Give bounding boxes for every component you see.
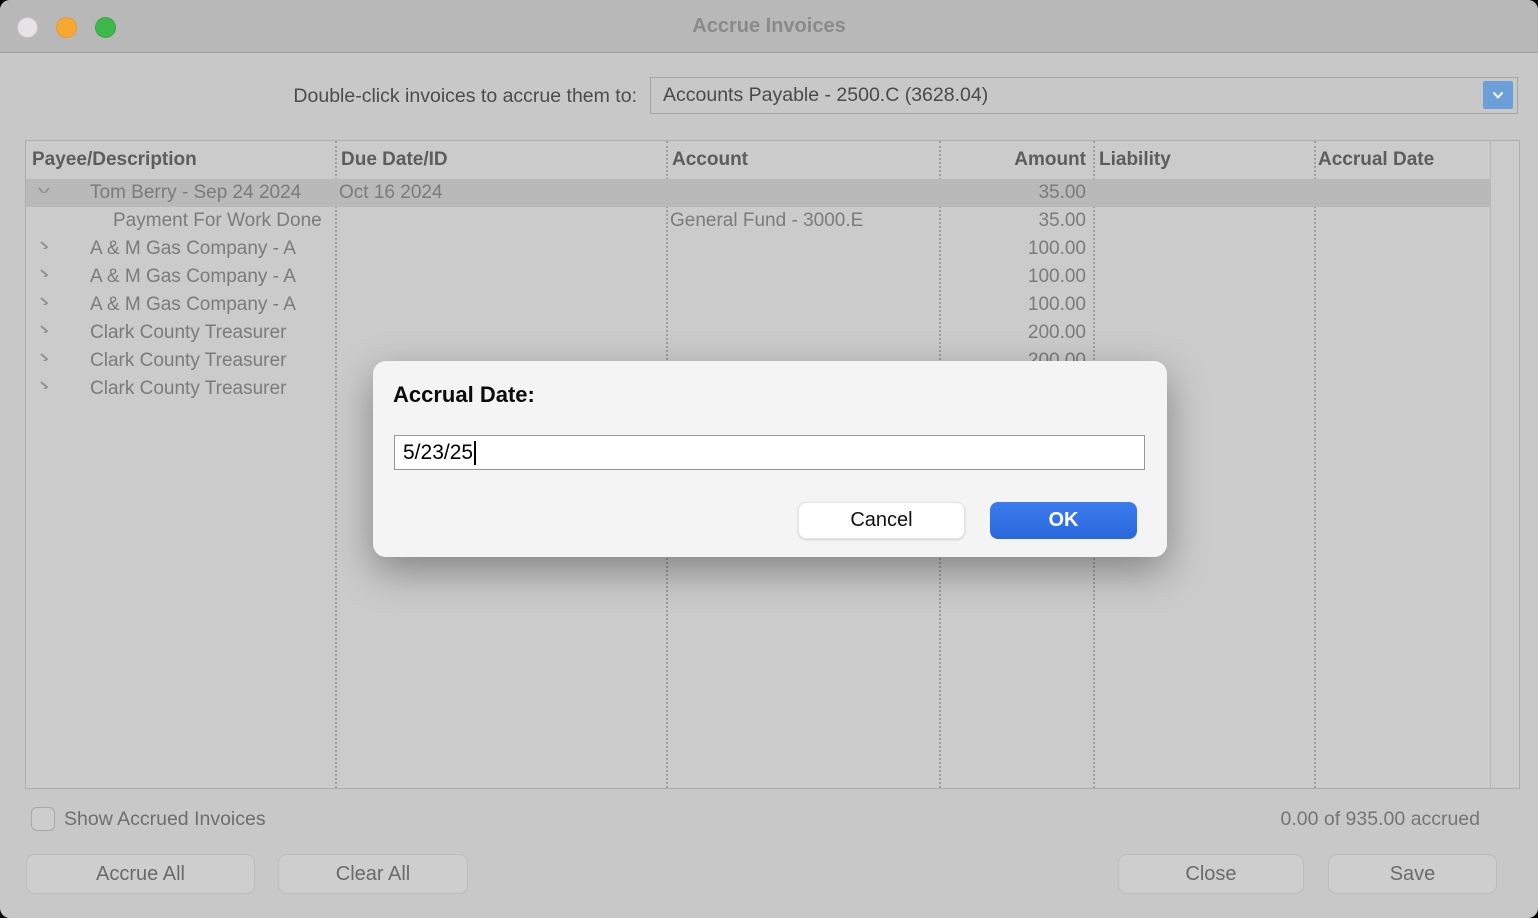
- cancel-button[interactable]: Cancel: [798, 502, 965, 539]
- payee-description-cell: A & M Gas Company - A: [90, 291, 335, 319]
- chevron-right-icon[interactable]: [37, 235, 51, 249]
- ok-button[interactable]: OK: [990, 502, 1137, 539]
- accrual-date-value: 5/23/25: [403, 441, 473, 464]
- table-row[interactable]: A & M Gas Company - A 100.00: [26, 291, 1519, 319]
- titlebar: Accrue Invoices: [0, 0, 1538, 53]
- payee-description-cell: Tom Berry - Sep 24 2024: [90, 179, 335, 207]
- amount-cell: 35.00: [946, 207, 1086, 235]
- amount-cell: 100.00: [946, 235, 1086, 263]
- payee-description-cell: Clark County Treasurer: [90, 319, 335, 347]
- accrued-status: 0.00 of 935.00 accrued: [1281, 807, 1481, 831]
- table-row[interactable]: A & M Gas Company - A 100.00: [26, 235, 1519, 263]
- save-button[interactable]: Save: [1328, 854, 1497, 894]
- accrual-date-input[interactable]: 5/23/25: [394, 435, 1145, 470]
- account-cell: General Fund - 3000.E: [670, 207, 932, 235]
- clear-all-button[interactable]: Clear All: [278, 854, 468, 894]
- column-header-amount[interactable]: Amount: [946, 141, 1086, 179]
- chevron-right-icon[interactable]: [37, 263, 51, 277]
- payee-description-cell: Payment For Work Done: [113, 207, 335, 235]
- show-accrued-label: Show Accrued Invoices: [64, 807, 266, 831]
- chevron-right-icon[interactable]: [37, 347, 51, 361]
- amount-cell: 35.00: [946, 179, 1086, 207]
- payee-description-cell: Clark County Treasurer: [90, 347, 335, 375]
- amount-cell: 200.00: [946, 319, 1086, 347]
- chevron-down-icon[interactable]: [37, 179, 51, 193]
- accrue-invoices-window: Accrue Invoices Double-click invoices to…: [0, 0, 1538, 918]
- table-row[interactable]: Tom Berry - Sep 24 2024Oct 16 2024 35.00: [26, 179, 1519, 207]
- payee-description-cell: A & M Gas Company - A: [90, 263, 335, 291]
- column-header-liability[interactable]: Liability: [1099, 141, 1171, 179]
- account-dropdown[interactable]: Accounts Payable - 2500.C (3628.04): [650, 77, 1518, 114]
- payee-description-cell: Clark County Treasurer: [90, 375, 335, 403]
- account-dropdown-value: Accounts Payable - 2500.C (3628.04): [663, 78, 988, 112]
- text-caret: [474, 441, 476, 465]
- column-header-account[interactable]: Account: [672, 141, 748, 179]
- due-date-cell: Oct 16 2024: [339, 179, 659, 207]
- table-row[interactable]: Clark County Treasurer 200.00: [26, 319, 1519, 347]
- table-header: Payee/Description Due Date/ID Account Am…: [26, 141, 1519, 179]
- amount-cell: 100.00: [946, 263, 1086, 291]
- show-accrued-checkbox[interactable]: [31, 807, 55, 831]
- accrue-all-button[interactable]: Accrue All: [26, 854, 255, 894]
- column-header-due-date[interactable]: Due Date/ID: [341, 141, 448, 179]
- accrue-to-label: Double-click invoices to accrue them to:: [0, 85, 637, 108]
- chevron-right-icon[interactable]: [37, 291, 51, 305]
- dropdown-button[interactable]: [1483, 81, 1513, 109]
- chevron-right-icon[interactable]: [37, 375, 51, 389]
- dialog-title: Accrual Date:: [393, 382, 535, 408]
- accrual-date-dialog: Accrual Date: 5/23/25 Cancel OK: [373, 361, 1167, 557]
- column-header-accrual-date[interactable]: Accrual Date: [1318, 141, 1434, 179]
- amount-cell: 100.00: [946, 291, 1086, 319]
- close-button-footer[interactable]: Close: [1118, 854, 1304, 894]
- chevron-right-icon[interactable]: [37, 319, 51, 333]
- table-row[interactable]: Payment For Work Done General Fund - 3000…: [26, 207, 1519, 235]
- payee-description-cell: A & M Gas Company - A: [90, 235, 335, 263]
- table-row[interactable]: A & M Gas Company - A 100.00: [26, 263, 1519, 291]
- chevron-down-icon: [1490, 87, 1506, 103]
- column-header-payee[interactable]: Payee/Description: [32, 141, 197, 179]
- window-title: Accrue Invoices: [0, 0, 1538, 53]
